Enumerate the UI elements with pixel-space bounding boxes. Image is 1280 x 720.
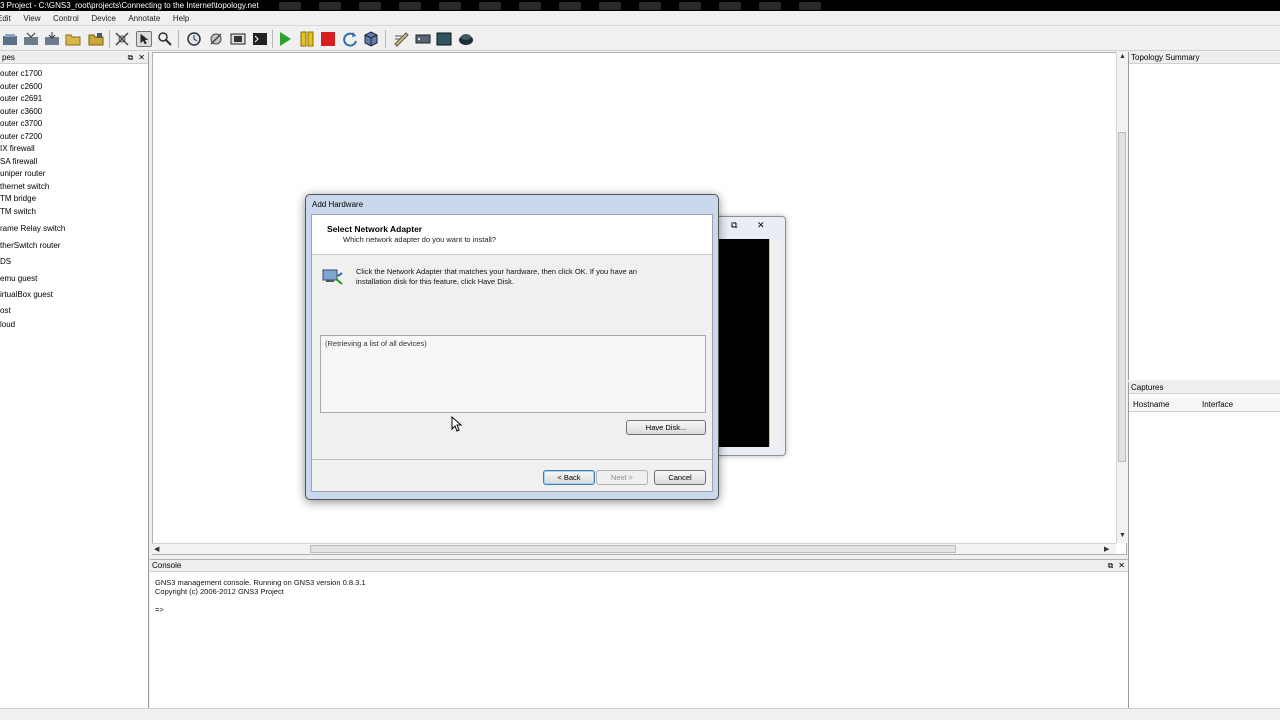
terminal-icon[interactable] <box>252 31 268 47</box>
device-item[interactable]: SA firewall <box>0 157 37 166</box>
vertical-scrollbar[interactable]: ▲ ▼ <box>1116 52 1127 543</box>
zoom-icon[interactable] <box>157 31 173 47</box>
device-item[interactable]: uniper router <box>0 169 45 178</box>
float-icon[interactable]: ⧉ <box>1108 561 1114 570</box>
device-item[interactable]: loud <box>0 320 15 329</box>
device-panel-title: pes <box>2 53 15 62</box>
scroll-right-icon[interactable]: ▶ <box>1104 545 1109 553</box>
back-button[interactable]: < Back <box>543 470 595 485</box>
open-project-icon[interactable] <box>23 31 39 47</box>
mouse-cursor-icon <box>451 416 462 432</box>
dialog-header-title: Select Network Adapter <box>327 224 423 234</box>
dialog-body: Select Network Adapter Which network ada… <box>311 214 713 492</box>
cloud-icon[interactable] <box>458 31 474 47</box>
device-item[interactable]: outer c2600 <box>0 82 42 91</box>
topology-summary-panel: Topology Summary <box>1128 52 1280 380</box>
console-title: Console <box>152 561 182 570</box>
console-header: Console ⧉ ✕ <box>150 560 1128 572</box>
device-item[interactable]: rame Relay switch <box>0 224 65 233</box>
select-icon[interactable] <box>114 31 130 47</box>
captures-column-hostname[interactable]: Hostname <box>1133 400 1169 409</box>
console-line: Copyright (c) 2006-2012 GNS3 Project <box>155 587 284 596</box>
terminal-screen <box>717 239 769 447</box>
virtualbox-icon[interactable] <box>363 31 379 47</box>
device-item[interactable]: thernet switch <box>0 182 49 191</box>
suspend-icon[interactable] <box>299 31 315 47</box>
dialog-header-subtitle: Which network adapter do you want to ins… <box>343 235 496 244</box>
device-item[interactable]: emu guest <box>0 274 37 283</box>
next-button[interactable]: Next > <box>596 470 648 485</box>
restore-icon[interactable]: ⧉ <box>731 220 737 231</box>
menu-control[interactable]: Control <box>53 11 79 26</box>
device-item[interactable]: TM switch <box>0 207 36 216</box>
window-title: 3 Project - C:\GNS3_root\projects\Connec… <box>0 1 259 10</box>
switch-icon[interactable] <box>436 31 452 47</box>
cancel-button[interactable]: Cancel <box>654 470 706 485</box>
network-adapter-icon <box>322 269 343 285</box>
status-bar <box>0 708 1280 720</box>
device-item[interactable]: outer c1700 <box>0 69 42 78</box>
adapter-list-status: (Retrieving a list of all devices) <box>325 339 427 348</box>
add-hardware-dialog: Add Hardware Select Network Adapter Whic… <box>305 194 719 500</box>
window-title-bar: 3 Project - C:\GNS3_root\projects\Connec… <box>0 0 1280 11</box>
reload-icon[interactable] <box>342 31 358 47</box>
topology-summary-title: Topology Summary <box>1131 53 1200 62</box>
snapshot-icon[interactable] <box>186 31 202 47</box>
notes-icon[interactable] <box>393 31 409 47</box>
captures-title: Captures <box>1131 383 1164 392</box>
dialog-header: Select Network Adapter Which network ada… <box>312 215 712 255</box>
device-item[interactable]: DS <box>0 257 11 266</box>
scroll-down-icon[interactable]: ▼ <box>1119 532 1126 539</box>
horizontal-scroll-thumb[interactable] <box>310 545 956 553</box>
adapter-list[interactable]: (Retrieving a list of all devices) <box>320 335 706 413</box>
route-icon[interactable] <box>208 31 224 47</box>
device-item[interactable]: TM bridge <box>0 194 36 203</box>
toolbar <box>0 27 1280 51</box>
dialog-title: Add Hardware <box>312 200 364 209</box>
device-item[interactable]: irtualBox guest <box>0 290 53 299</box>
router-icon[interactable] <box>415 31 431 47</box>
menu-bar: Edit View Control Device Annotate Help <box>0 11 1280 26</box>
menu-view[interactable]: View <box>23 11 40 26</box>
menu-edit[interactable]: Edit <box>0 11 11 26</box>
vertical-scroll-thumb[interactable] <box>1118 132 1126 462</box>
horizontal-scrollbar[interactable]: ◀ ▶ <box>152 543 1116 554</box>
device-item[interactable]: outer c3600 <box>0 107 42 116</box>
device-item[interactable]: therSwitch router <box>0 241 60 250</box>
device-item[interactable]: outer c3700 <box>0 119 42 128</box>
terminal-scrollbar[interactable] <box>769 239 779 447</box>
device-panel: pes ⧉ ✕ outer c1700 outer c2600 outer c26… <box>0 52 149 708</box>
device-item[interactable]: ost <box>0 306 11 315</box>
device-panel-header: pes ⧉ ✕ <box>0 52 148 64</box>
console-panel: Console ⧉ ✕ GNS3 management console. Runn… <box>150 559 1128 708</box>
have-disk-button[interactable]: Have Disk... <box>626 420 706 435</box>
float-icon[interactable]: ⧉ <box>128 53 134 62</box>
console-prompt[interactable]: => <box>155 605 164 614</box>
stop-icon[interactable] <box>320 31 336 47</box>
menu-help[interactable]: Help <box>173 11 189 26</box>
device-item[interactable]: IX firewall <box>0 144 35 153</box>
open-file-icon[interactable] <box>65 31 81 47</box>
new-project-icon[interactable] <box>2 31 18 47</box>
close-icon[interactable]: ✕ <box>138 53 145 62</box>
screenshot-icon[interactable] <box>230 31 246 47</box>
pointer-icon[interactable] <box>136 31 152 47</box>
captures-column-interface[interactable]: Interface <box>1202 400 1233 409</box>
device-item[interactable]: outer c7200 <box>0 132 42 141</box>
captures-panel: Captures Hostname Interface <box>1128 382 1280 708</box>
start-icon[interactable] <box>277 31 293 47</box>
dialog-instruction: Click the Network Adapter that matches y… <box>356 267 637 286</box>
device-item[interactable]: outer c2691 <box>0 94 42 103</box>
console-line: GNS3 management console. Running on GNS3… <box>155 578 366 587</box>
close-icon[interactable]: ✕ <box>1118 561 1125 570</box>
save-project-icon[interactable] <box>44 31 60 47</box>
scroll-up-icon[interactable]: ▲ <box>1119 53 1126 60</box>
window-close-icon[interactable]: ✕ <box>757 220 765 231</box>
captures-header-row: Hostname Interface <box>1129 398 1280 412</box>
menu-device[interactable]: Device <box>91 11 115 26</box>
save-as-icon[interactable] <box>88 31 104 47</box>
menu-annotate[interactable]: Annotate <box>128 11 160 26</box>
scroll-left-icon[interactable]: ◀ <box>154 545 159 553</box>
